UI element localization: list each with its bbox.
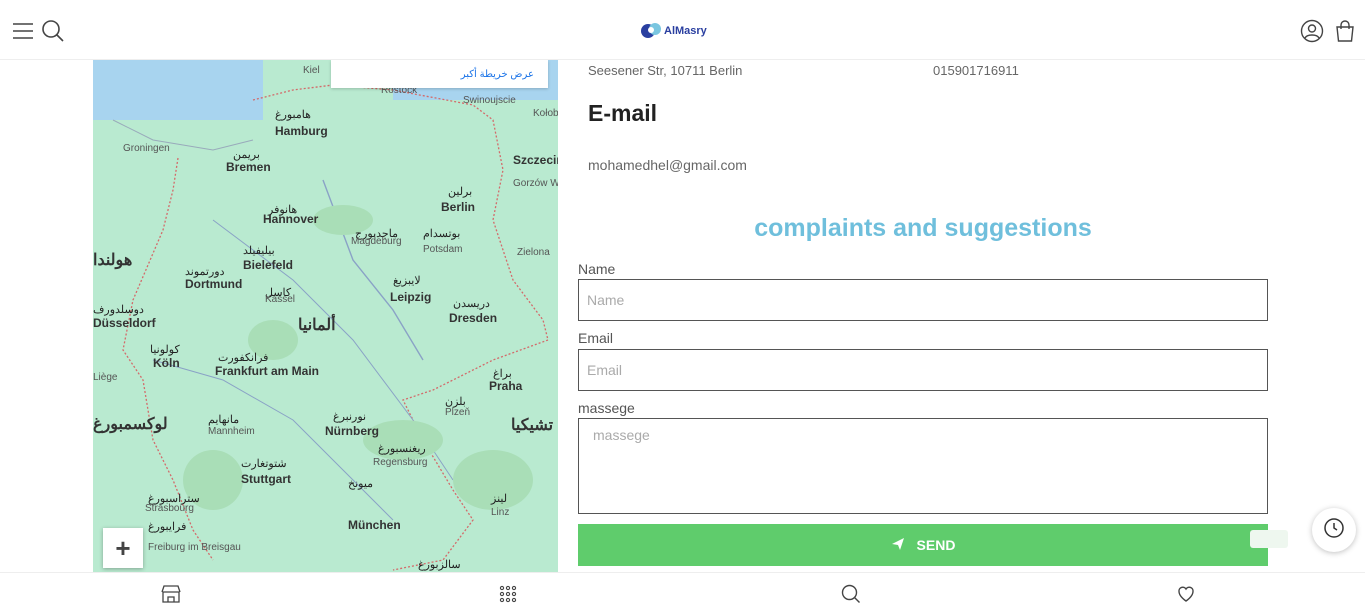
shopping-bag-icon[interactable] bbox=[1332, 18, 1358, 44]
map-label: سالزبورغ bbox=[418, 559, 461, 571]
message-label: massege bbox=[578, 400, 635, 416]
name-label: Name bbox=[578, 261, 616, 277]
map-label: هولندا bbox=[93, 252, 133, 269]
larger-map-link[interactable]: عرض خريطة أكبر bbox=[331, 60, 548, 88]
map-label: Dresden bbox=[449, 311, 498, 325]
name-field[interactable] bbox=[578, 279, 1268, 321]
map-label: Leipzig bbox=[390, 290, 432, 304]
store-icon[interactable] bbox=[160, 583, 182, 605]
map-label: Bielefeld bbox=[243, 258, 294, 272]
map-label: هامبورغ bbox=[275, 109, 311, 121]
map-label: Praha bbox=[489, 379, 523, 393]
search-icon[interactable] bbox=[40, 18, 66, 44]
map-label: Hamburg bbox=[275, 124, 328, 138]
address-text: Seesener Str, 10711 Berlin bbox=[588, 63, 743, 78]
form-title: complaints and suggestions bbox=[754, 214, 1092, 242]
map-label: لوكسمبورغ bbox=[93, 416, 168, 433]
phone-text: 015901716911 bbox=[933, 63, 1019, 78]
map-label: Kołobrzeg bbox=[533, 108, 558, 119]
map-label: Groningen bbox=[123, 143, 170, 154]
map-label: فرانكفورت bbox=[218, 352, 269, 364]
email-value: mohamedhel@gmail.com bbox=[588, 157, 747, 173]
map-label: Mannheim bbox=[208, 426, 255, 437]
map-label: Swinoujscie bbox=[463, 95, 516, 106]
map-label: Dortmund bbox=[185, 277, 243, 291]
history-button[interactable] bbox=[1312, 508, 1356, 552]
map-label: Kiel bbox=[303, 65, 320, 76]
map-label: بيليفيلد bbox=[243, 245, 275, 257]
decorative-badge bbox=[1250, 530, 1288, 548]
map-label: دوسلدورف bbox=[93, 304, 144, 316]
history-icon bbox=[1323, 517, 1345, 544]
hamburger-icon[interactable] bbox=[10, 18, 36, 44]
map-label: Szczecin bbox=[513, 153, 558, 167]
map-label: Düsseldorf bbox=[93, 316, 156, 330]
map-label: Zielona bbox=[517, 247, 550, 258]
map-label: Nürnberg bbox=[325, 424, 379, 438]
email-label: Email bbox=[578, 330, 614, 346]
map-label: Potsdam bbox=[423, 244, 463, 255]
logo-text: AlMasry bbox=[664, 25, 707, 37]
map-label: Plzeň bbox=[445, 407, 471, 418]
map-label: Gorzów Wielkopolski bbox=[513, 178, 558, 189]
map-label: ألمانيا bbox=[298, 317, 336, 334]
map-label: Frankfurt am Main bbox=[215, 364, 320, 378]
map-label: Bremen bbox=[226, 160, 271, 174]
map-label: Magdeburg bbox=[351, 236, 402, 247]
map-label: Hannover bbox=[263, 212, 319, 226]
brand-logo[interactable]: AlMasry bbox=[640, 16, 730, 44]
map-label: Linz bbox=[491, 507, 510, 518]
map-label: دريسدن bbox=[453, 298, 490, 310]
map-label: Freiburg im Breisgau bbox=[148, 542, 241, 553]
map-label: Berlin bbox=[441, 200, 476, 214]
map-label: München bbox=[348, 518, 401, 532]
send-label: SEND bbox=[916, 537, 956, 553]
map-label: Regensburg bbox=[373, 457, 428, 468]
search-icon[interactable] bbox=[840, 583, 862, 605]
map-label: Liège bbox=[93, 372, 118, 383]
map-label: ميونخ bbox=[348, 478, 374, 490]
map-label: Köln bbox=[153, 356, 180, 370]
map-label: تشيكيا bbox=[511, 417, 554, 434]
grid-icon[interactable] bbox=[497, 583, 519, 605]
send-button[interactable]: SEND bbox=[578, 524, 1268, 566]
map-label: ريغنسبورغ bbox=[378, 443, 426, 455]
map-label: فرايبورغ bbox=[148, 521, 187, 533]
map-label: بوتسدام bbox=[423, 228, 461, 240]
email-field[interactable] bbox=[578, 349, 1268, 391]
map-label: كولونيا bbox=[150, 344, 180, 356]
email-heading: E-mail bbox=[588, 100, 658, 126]
map-label: لينز bbox=[491, 493, 508, 505]
map-label: Strasbourg bbox=[145, 503, 194, 514]
message-field[interactable] bbox=[578, 418, 1268, 514]
map-label: لايبزيغ bbox=[393, 275, 421, 287]
bottom-nav bbox=[0, 572, 1365, 606]
map-label: نورنبرغ bbox=[333, 411, 367, 423]
top-header: AlMasry bbox=[0, 0, 1365, 60]
logo-mark-icon bbox=[641, 23, 661, 38]
heart-icon[interactable] bbox=[1175, 583, 1197, 605]
map-label: Stuttgart bbox=[241, 472, 291, 486]
map-label: شتوتغارت bbox=[241, 458, 287, 470]
user-icon[interactable] bbox=[1299, 18, 1325, 44]
zoom-in-button[interactable]: + bbox=[103, 528, 143, 568]
map-label: مانهايم bbox=[208, 414, 240, 426]
map-label: Kassel bbox=[265, 294, 296, 305]
map-label: برلين bbox=[448, 186, 473, 198]
paper-plane-icon bbox=[891, 537, 905, 554]
map-embed[interactable]: Kiel هامبورغ Hamburg Rostock Swinoujscie Szcz… bbox=[93, 60, 558, 572]
